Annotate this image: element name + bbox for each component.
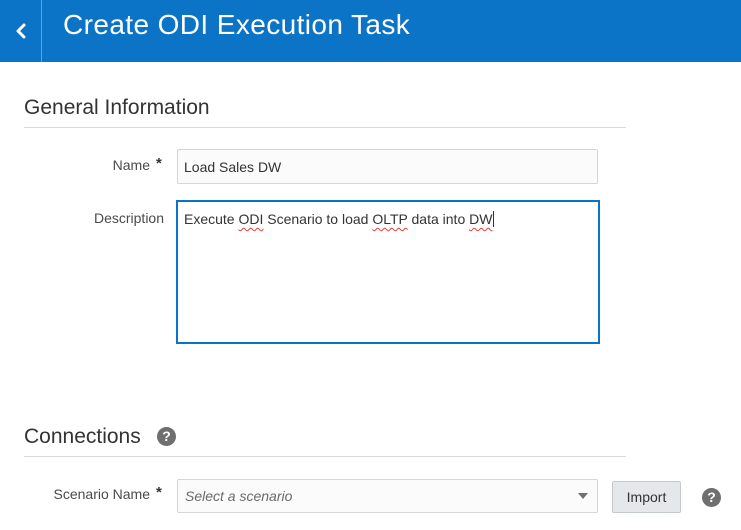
text-cursor bbox=[493, 211, 495, 227]
description-text: OLTP bbox=[372, 211, 408, 227]
page-header: Create ODI Execution Task bbox=[0, 0, 741, 62]
description-text: ODI bbox=[238, 211, 264, 227]
connections-title: Connections bbox=[24, 425, 141, 448]
description-textarea[interactable]: Execute ODI Scenario to load OLTP data i… bbox=[176, 200, 600, 344]
scenario-placeholder: Select a scenario bbox=[185, 488, 293, 504]
chevron-left-icon bbox=[16, 23, 25, 39]
import-button[interactable]: Import bbox=[612, 481, 681, 513]
question-circle-icon[interactable]: ? bbox=[702, 488, 721, 507]
name-label: Name bbox=[112, 157, 150, 173]
description-label: Description bbox=[93, 210, 164, 226]
back-button[interactable] bbox=[0, 0, 42, 62]
section-divider bbox=[24, 127, 626, 128]
caret-down-icon bbox=[578, 493, 588, 499]
question-circle-icon[interactable]: ? bbox=[157, 427, 176, 446]
page-title: Create ODI Execution Task bbox=[63, 9, 411, 40]
description-text: data into bbox=[407, 211, 470, 227]
scenario-required-mark: * bbox=[156, 484, 162, 501]
name-input[interactable] bbox=[177, 149, 598, 184]
description-text: DW bbox=[469, 211, 493, 227]
scenario-name-label: Scenario Name bbox=[53, 486, 151, 502]
scenario-select[interactable]: Select a scenario bbox=[177, 479, 598, 513]
description-text: Scenario to load bbox=[263, 211, 373, 227]
name-required-mark: * bbox=[156, 155, 162, 172]
section-divider bbox=[24, 456, 626, 457]
general-information-title: General Information bbox=[24, 96, 210, 119]
description-text: Execute bbox=[184, 211, 239, 227]
